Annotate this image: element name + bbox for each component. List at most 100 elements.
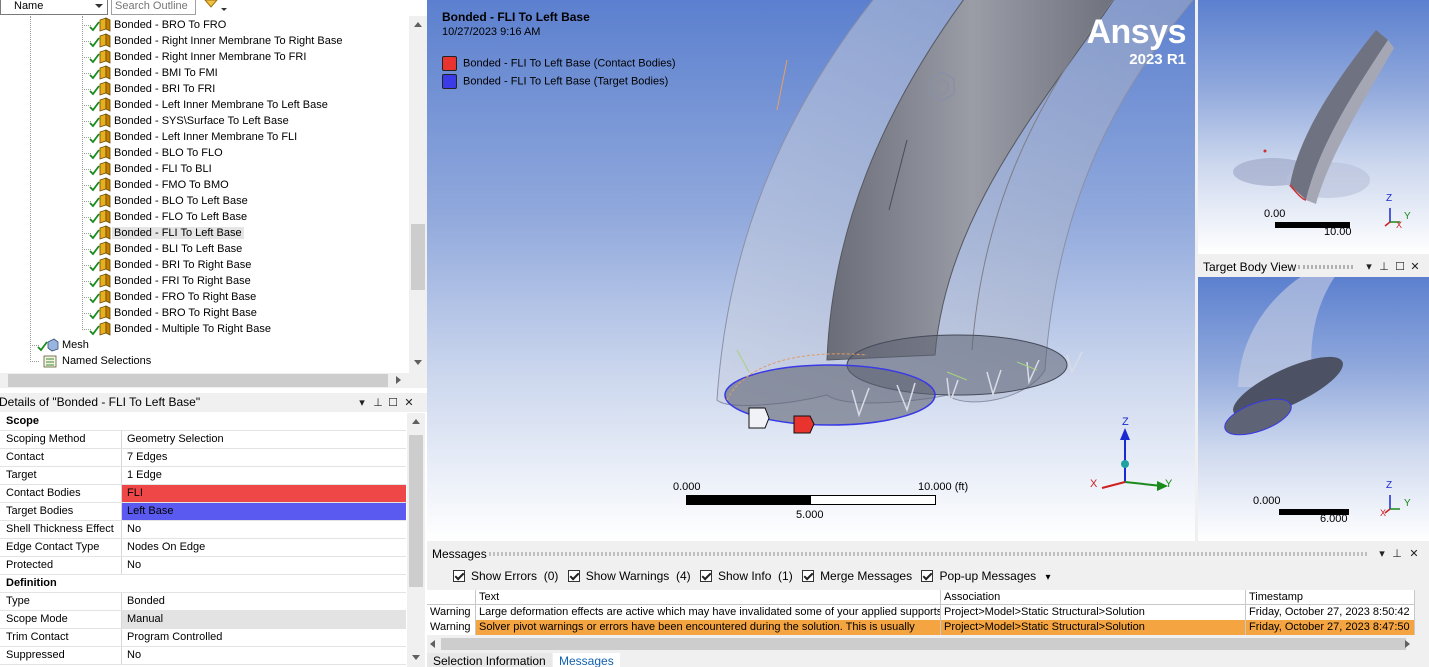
tree-item-contact[interactable]: Bonded - BLO To Left Base: [88, 193, 250, 209]
tree-item-contact[interactable]: Bonded - BMI To FMI: [88, 65, 220, 81]
messages-scroll-thumb[interactable]: [441, 638, 1406, 650]
property-value[interactable]: No: [122, 647, 406, 664]
messages-horizontal-scrollbar[interactable]: [427, 637, 1415, 651]
tree-item-contact[interactable]: Bonded - Right Inner Membrane To FRI: [88, 49, 308, 65]
tree-item-contact[interactable]: Bonded - FLO To Left Base: [88, 209, 249, 225]
table-row[interactable]: Warning Solver pivot warnings or errors …: [427, 620, 1415, 635]
property-value[interactable]: No: [122, 521, 406, 538]
outline-hscroll-thumb[interactable]: [8, 374, 388, 387]
tree-item-contact[interactable]: Bonded - SYS\Surface To Left Base: [88, 113, 291, 129]
tree-item-contact[interactable]: Bonded - FLI To BLI: [88, 161, 214, 177]
contact-body-view[interactable]: 0.00 10.00 Z X Y: [1198, 0, 1429, 254]
pin-icon[interactable]: ⊥: [372, 396, 384, 410]
scroll-down-icon[interactable]: [414, 360, 422, 365]
details-row[interactable]: Target 1 Edge: [0, 467, 406, 485]
panel-menu-icon[interactable]: ▾: [356, 396, 368, 410]
close-icon[interactable]: ✕: [403, 396, 415, 410]
details-row[interactable]: Edge Contact Type Nodes On Edge: [0, 539, 406, 557]
tree-item-contact[interactable]: Bonded - FMO To BMO: [88, 177, 231, 193]
scroll-right-icon[interactable]: [396, 376, 401, 384]
details-row[interactable]: Suppressed No: [0, 647, 406, 665]
tree-item-contact[interactable]: Bonded - Left Inner Membrane To FLI: [88, 129, 299, 145]
outline-scroll-thumb[interactable]: [411, 224, 425, 290]
pin-icon[interactable]: ⊥: [1391, 547, 1403, 561]
property-value[interactable]: Nodes On Edge: [122, 539, 406, 556]
details-row[interactable]: Type Bonded: [0, 593, 406, 611]
details-row[interactable]: Contact 7 Edges: [0, 449, 406, 467]
panel-menu-icon[interactable]: ▾: [1376, 547, 1388, 561]
column-header-association[interactable]: Association: [941, 590, 1246, 604]
tree-item-named-selections[interactable]: Named Selections: [36, 353, 153, 369]
property-value[interactable]: Left Base: [122, 503, 406, 520]
filter-show-info[interactable]: Show Info (1): [700, 569, 793, 583]
property-value[interactable]: FLI: [122, 485, 406, 502]
tree-item-contact[interactable]: Bonded - BRO To Right Base: [88, 305, 259, 321]
checkbox-icon[interactable]: [700, 570, 712, 582]
column-header-timestamp[interactable]: Timestamp: [1246, 590, 1415, 604]
checkbox-icon[interactable]: [921, 570, 934, 582]
maximize-icon[interactable]: ☐: [1394, 260, 1406, 274]
grip-dots[interactable]: [489, 552, 1367, 556]
checkbox-icon[interactable]: [567, 570, 580, 582]
search-outline-input[interactable]: [111, 0, 196, 15]
filter-show-warnings[interactable]: Show Warnings (4): [567, 569, 691, 583]
filter-merge-messages[interactable]: Merge Messages: [802, 569, 912, 583]
tree-item-contact[interactable]: Bonded - BLO To FLO: [88, 145, 225, 161]
property-value[interactable]: 1 Edge: [122, 467, 406, 484]
tree-item-mesh[interactable]: Mesh: [36, 337, 91, 353]
details-row[interactable]: Trim Contact Program Controlled: [0, 629, 406, 647]
details-row[interactable]: Contact Bodies FLI: [0, 485, 406, 503]
outline-horizontal-scrollbar[interactable]: [0, 373, 427, 388]
scroll-left-icon[interactable]: [430, 640, 435, 648]
table-row[interactable]: Warning Large deformation effects are ac…: [427, 605, 1415, 620]
property-value[interactable]: 7 Edges: [122, 449, 406, 466]
target-body-view[interactable]: 0.000 6.000 Z X Y: [1198, 277, 1429, 541]
filter-show-errors[interactable]: Show Errors (0): [453, 569, 558, 583]
close-icon[interactable]: ✕: [1409, 260, 1421, 274]
tree-item-contact[interactable]: Bonded - BRI To FRI: [88, 81, 217, 97]
details-row[interactable]: Shell Thickness Effect No: [0, 521, 406, 539]
pin-icon[interactable]: ⊥: [1378, 260, 1390, 274]
tree-item-contact[interactable]: Bonded - FLI To Left Base: [88, 225, 244, 241]
column-header-text[interactable]: Text: [476, 590, 941, 604]
details-section-header[interactable]: Scope: [0, 413, 406, 431]
chevron-down-icon[interactable]: ▾: [1046, 572, 1051, 583]
tree-item-contact[interactable]: Bonded - Right Inner Membrane To Right B…: [88, 33, 344, 49]
property-value[interactable]: Bonded: [122, 593, 406, 610]
property-value[interactable]: Manual: [122, 611, 406, 628]
tree-item-contact[interactable]: Bonded - BRI To Right Base: [88, 257, 253, 273]
scroll-up-icon[interactable]: [414, 22, 422, 27]
details-row[interactable]: Scoping Method Geometry Selection: [0, 431, 406, 449]
close-icon[interactable]: ✕: [1408, 547, 1420, 561]
tree-item-contact[interactable]: Bonded - Multiple To Right Base: [88, 321, 273, 337]
maximize-icon[interactable]: ☐: [387, 396, 399, 410]
tree-item-contact[interactable]: Bonded - FRI To Right Base: [88, 273, 253, 289]
tab-messages[interactable]: Messages: [553, 653, 620, 667]
panel-menu-icon[interactable]: ▾: [1363, 260, 1375, 274]
property-value[interactable]: Geometry Selection: [122, 431, 406, 448]
tree-item-contact[interactable]: Bonded - BRO To FRO: [88, 17, 228, 33]
details-scroll-thumb[interactable]: [409, 435, 423, 587]
details-row[interactable]: Target Bodies Left Base: [0, 503, 406, 521]
property-value[interactable]: Program Controlled: [122, 629, 406, 646]
graphics-viewport[interactable]: Bonded - FLI To Left Base 10/27/2023 9:1…: [427, 0, 1195, 541]
scroll-right-icon[interactable]: [1405, 640, 1410, 648]
tree-item-contact[interactable]: Bonded - BLI To Left Base: [88, 241, 244, 257]
scroll-down-icon[interactable]: [412, 655, 420, 660]
outline-sort-select[interactable]: Name: [0, 0, 108, 15]
filter-dropdown-icon[interactable]: [203, 0, 229, 13]
checkbox-icon[interactable]: [453, 570, 465, 582]
details-vertical-scrollbar[interactable]: [407, 413, 425, 667]
details-row[interactable]: Protected No: [0, 557, 406, 575]
property-value[interactable]: No: [122, 557, 406, 574]
details-row[interactable]: Scope Mode Manual: [0, 611, 406, 629]
tree-item-contact[interactable]: Bonded - FRO To Right Base: [88, 289, 258, 305]
column-header-type[interactable]: [427, 590, 476, 604]
scroll-up-icon[interactable]: [412, 419, 420, 424]
outline-vertical-scrollbar[interactable]: [409, 16, 427, 373]
filter-popup-messages[interactable]: Pop-up Messages: [921, 569, 1036, 583]
tree-item-contact[interactable]: Bonded - Left Inner Membrane To Left Bas…: [88, 97, 330, 113]
checkbox-icon[interactable]: [802, 570, 815, 582]
grip-dots[interactable]: [1298, 265, 1353, 269]
details-section-header[interactable]: Definition: [0, 575, 406, 593]
